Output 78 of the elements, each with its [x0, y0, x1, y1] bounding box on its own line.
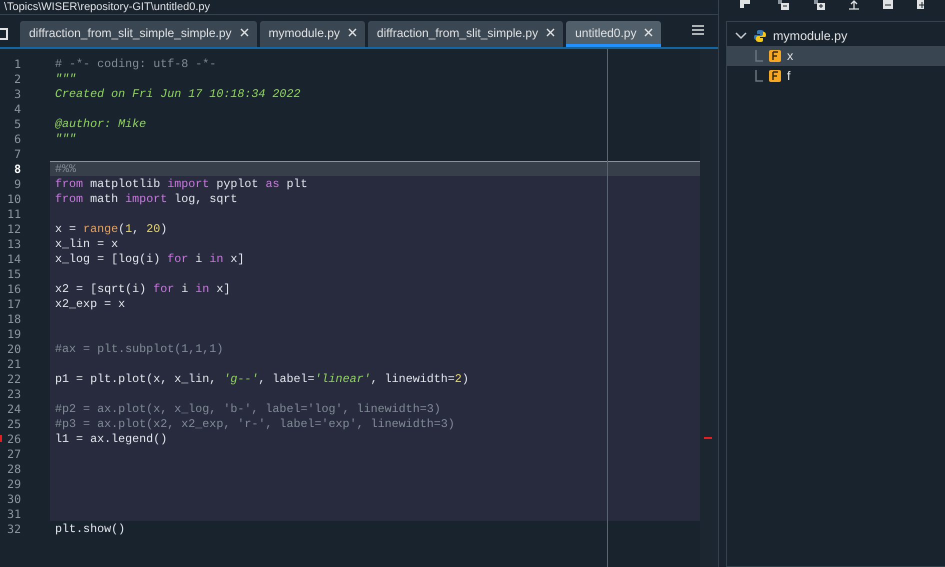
code-line: #p2 = ax.plot(x, x_log, 'b-', label='log', linewidth=3) [55, 402, 441, 416]
line-number: 8 [13, 161, 22, 176]
code-line: Created on Fri Jun 17 10:18:34 2022 [55, 86, 300, 100]
line-number: 11 [6, 206, 22, 221]
line-number: 22 [6, 371, 22, 386]
line-number: 26 [0, 431, 50, 446]
up-arrow-icon[interactable] [848, 0, 860, 10]
line-number: 24 [6, 401, 22, 416]
code-line: x_log = [log(i) for i in x] [55, 252, 244, 266]
line-number: 7 [13, 146, 22, 161]
close-icon[interactable] [348, 28, 357, 37]
line-number: 19 [6, 326, 22, 341]
line-number: 5 [13, 116, 22, 131]
expand-icon[interactable] [812, 0, 826, 10]
line-number: 32 [6, 521, 22, 536]
code-line: p1 = plt.plot(x, x_lin, 'g--', label='linear', linewidth=2) [55, 372, 469, 386]
error-marker [0, 435, 2, 442]
window-title: \Topics\WISER\repository-GIT\untitled0.py [4, 1, 210, 13]
line-number: 27 [6, 446, 22, 461]
code-line: x = range(1, 20) [55, 222, 168, 236]
line-number: 28 [6, 461, 22, 476]
python-logo-icon [753, 29, 767, 43]
plus-icon[interactable] [916, 0, 924, 10]
function-icon [769, 70, 781, 82]
line-number: 23 [6, 386, 22, 401]
line-number: 31 [6, 506, 22, 521]
line-number: 4 [13, 101, 22, 116]
code-line: """ [55, 72, 76, 86]
editor-tab[interactable]: diffraction_from_slit_simple_simple.py [20, 21, 257, 47]
line-number: 14 [6, 251, 22, 266]
code-line: # -*- coding: utf-8 -*- [55, 56, 216, 70]
code-line: x_lin = x [55, 236, 118, 250]
close-icon[interactable] [644, 28, 654, 37]
code-line: x2 = [sqrt(i) for i in x] [55, 282, 230, 296]
line-number: 3 [13, 86, 22, 101]
line-number: 25 [6, 416, 22, 431]
code-line: #p3 = ax.plot(x2, x2_exp, 'r-', label='exp', linewidth=3) [55, 416, 455, 430]
line-number: 20 [6, 341, 22, 356]
line-number: 2 [13, 71, 22, 86]
editor-tab[interactable]: untitled0.py [566, 21, 662, 47]
line-number: 9 [13, 176, 22, 191]
line-number: 1 [13, 56, 22, 71]
outline-item[interactable]: mymodule.py [727, 26, 945, 46]
code-line: from matplotlib import pyplot as plt [55, 176, 308, 190]
window-icon [0, 28, 8, 40]
code-line: plt.show() [55, 522, 126, 536]
close-icon[interactable] [240, 28, 249, 37]
function-icon [769, 50, 781, 62]
editor-tab[interactable]: mymodule.py [260, 21, 365, 47]
tree-branch-icon [755, 70, 763, 82]
editor-tab[interactable]: diffraction_from_slit_simple.py [368, 21, 564, 47]
chevron-down-icon[interactable] [735, 32, 747, 40]
collapse-icon[interactable] [776, 0, 790, 10]
line-number: 17 [6, 296, 22, 311]
outline-item[interactable]: f [727, 66, 945, 86]
line-number: 15 [6, 266, 22, 281]
line-number: 12 [6, 221, 22, 236]
code-line: #ax = plt.subplot(1,1,1) [55, 342, 224, 356]
code-line: """ [55, 132, 76, 146]
code-line: from math import log, sqrt [55, 192, 238, 206]
line-number: 13 [6, 236, 22, 251]
code-line: x2_exp = x [55, 296, 126, 310]
line-number: 29 [6, 476, 22, 491]
line-number: 21 [6, 356, 22, 371]
tree-branch-icon [755, 50, 763, 62]
code-line: l1 = ax.legend() [55, 432, 168, 446]
close-icon[interactable] [546, 28, 556, 37]
line-number: 6 [13, 131, 22, 146]
line-number: 18 [6, 311, 22, 326]
outline-item[interactable]: x [727, 46, 945, 66]
line-number: 16 [6, 281, 22, 296]
menu-icon[interactable] [692, 25, 704, 35]
code-line: @author: Mike [55, 116, 146, 130]
scrollbar-marker [704, 437, 712, 439]
minus-icon[interactable] [882, 0, 894, 10]
line-number: 30 [6, 491, 22, 506]
code-line: #%% [55, 162, 76, 176]
line-number: 10 [6, 191, 22, 206]
